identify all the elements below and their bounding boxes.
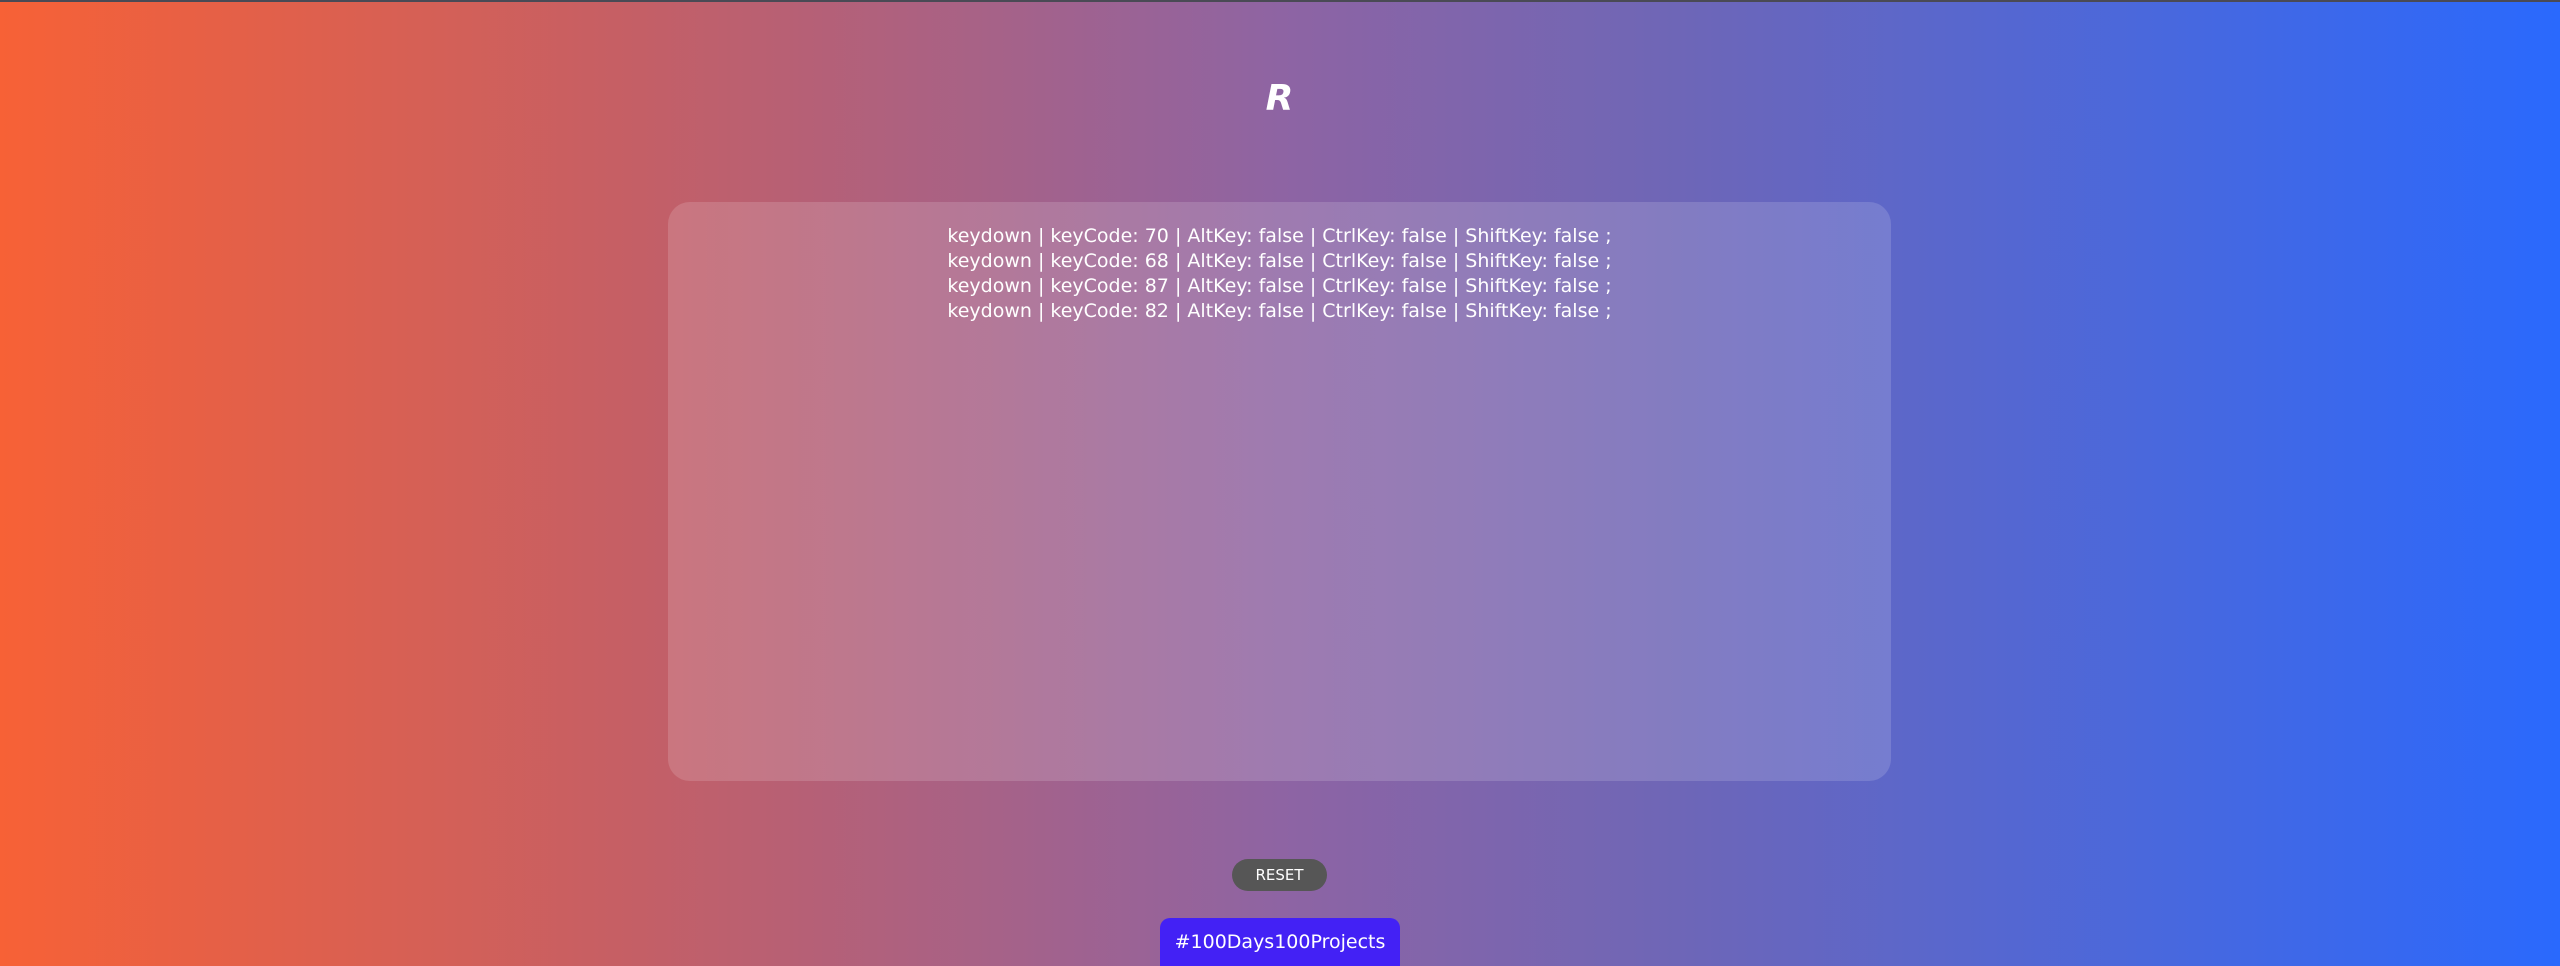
log-line: keydown | keyCode: 82 | AltKey: false | … (947, 300, 1612, 322)
log-line: keydown | keyCode: 68 | AltKey: false | … (947, 250, 1612, 272)
event-log-panel: keydown | keyCode: 70 | AltKey: false | … (668, 202, 1891, 781)
reset-button[interactable]: RESET (1232, 859, 1327, 891)
log-line: keydown | keyCode: 87 | AltKey: false | … (947, 275, 1612, 297)
100days-badge-link[interactable]: #100Days100Projects (1160, 918, 1400, 966)
top-border (0, 0, 2560, 2)
log-line: keydown | keyCode: 70 | AltKey: false | … (947, 225, 1612, 247)
pressed-key-display: R (1265, 78, 1295, 119)
